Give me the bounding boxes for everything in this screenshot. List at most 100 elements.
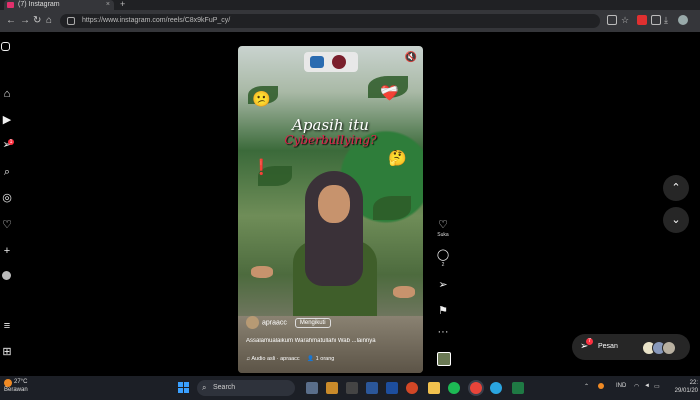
weather-temp: 27°C	[14, 379, 28, 385]
username[interactable]: apraacc	[262, 319, 287, 326]
save-icon[interactable]: ⚑	[434, 304, 452, 317]
next-reel-button[interactable]: ⌄	[663, 207, 689, 233]
widgets-icon[interactable]	[326, 382, 338, 394]
threads-icon[interactable]: ⊞	[1, 346, 13, 358]
more-options-icon[interactable]: ···	[434, 326, 452, 338]
confused-emoji: 😕	[252, 91, 271, 108]
contact-avatar	[662, 341, 676, 355]
reel-audio-info: ♫ Audio asli · apraacc 👤 1 orang	[246, 356, 416, 362]
logo-left-icon	[310, 56, 324, 68]
bookmark-star-icon[interactable]: ☆	[621, 15, 631, 25]
excel-icon[interactable]	[512, 382, 524, 394]
share-icon[interactable]: ➢	[434, 278, 452, 291]
instagram-icon[interactable]	[1, 42, 10, 51]
like-label: Suka	[437, 232, 449, 238]
weather-icon	[4, 379, 12, 387]
weather-widget[interactable]: 27°C Berawan	[4, 379, 28, 394]
chevron-down-icon: ⌄	[671, 214, 681, 226]
site-info-icon[interactable]	[67, 17, 75, 25]
file-explorer-icon[interactable]	[428, 382, 440, 394]
explore-icon[interactable]: ◎	[1, 192, 13, 204]
audio-thumbnail[interactable]	[437, 352, 451, 366]
download-icon[interactable]: ⤓	[664, 15, 674, 25]
new-tab-button[interactable]: +	[120, 0, 125, 9]
presenter-face	[318, 185, 350, 223]
bandaged-heart-emoji: ❤️‍🩹	[380, 85, 399, 102]
comment-icon[interactable]: ◯	[434, 248, 452, 261]
create-icon[interactable]: +	[1, 245, 13, 257]
previous-reel-button[interactable]: ⌃	[663, 175, 689, 201]
foliage	[373, 196, 411, 220]
reel-title-line1: Apasih itu	[292, 116, 369, 134]
like-icon[interactable]: ♡	[434, 218, 452, 231]
tab-close-icon[interactable]: ×	[106, 0, 110, 10]
search-icon[interactable]: ⌕	[1, 166, 13, 178]
institution-logos	[304, 52, 358, 72]
profile-avatar-icon[interactable]	[678, 15, 688, 25]
menu-icon[interactable]: ≡	[1, 320, 13, 332]
tagged-people[interactable]: 👤 1 orang	[307, 356, 334, 362]
user-avatar[interactable]	[246, 316, 259, 329]
instagram-sidebar: ⌂ ▶ ➢ 1 ⌕ ◎ ♡ + ≡ ⊞	[0, 32, 14, 372]
comment-count: 2	[441, 262, 445, 268]
thinking-emoji: 🤔	[388, 150, 407, 167]
chevron-up-icon: ⌃	[671, 182, 681, 194]
audio-link[interactable]: ♫ Audio asli · apraacc	[246, 356, 300, 362]
start-button[interactable]	[178, 382, 190, 394]
home-icon[interactable]: ⌂	[1, 88, 13, 100]
reload-button[interactable]: ↻	[33, 14, 41, 28]
extensions-puzzle-icon[interactable]	[651, 15, 661, 25]
extension-icon[interactable]	[637, 15, 647, 25]
language-indicator[interactable]: IND	[616, 383, 626, 389]
heart-icon[interactable]: ♡	[1, 219, 13, 231]
clock-time: 22:	[689, 380, 698, 386]
taskbar: 27°C Berawan ⌕ Search ⌃ IND ◠ ◄ ▭ 22: 29…	[0, 376, 700, 400]
presenter-hand-right	[393, 286, 415, 298]
browser-toolbar: ← → ↻ ⌂ https://www.instagram.com/reels/…	[0, 10, 700, 32]
messages-button[interactable]: ➢ 7 Pesan	[572, 334, 690, 360]
search-placeholder: Search	[213, 384, 236, 391]
tab-strip: (7) Instagram × +	[0, 0, 700, 10]
messages-icon[interactable]: ➢ 1	[1, 139, 14, 151]
home-button[interactable]: ⌂	[46, 14, 52, 28]
notification-badge: 1	[8, 139, 14, 145]
word-icon[interactable]	[366, 382, 378, 394]
clock-date: 29/01/20	[674, 388, 698, 394]
url-text: https://www.instagram.com/reels/C8x9kFuP…	[82, 17, 231, 24]
spotify-icon[interactable]	[448, 382, 460, 394]
tab-instagram[interactable]: (7) Instagram ×	[4, 0, 114, 10]
forward-button[interactable]: →	[20, 14, 30, 28]
tray-app-icon[interactable]	[598, 383, 604, 389]
messages-label: Pesan	[598, 343, 618, 350]
following-button[interactable]: Mengikuti	[294, 318, 331, 329]
reel-title-line2: Cyberbullying?	[284, 133, 377, 147]
tray-overflow-icon[interactable]: ⌃	[584, 383, 589, 390]
volume-icon[interactable]: ◄	[644, 383, 650, 389]
reel-video[interactable]: 🔇 😕 ❤️‍🩹 🤔 ❗ Apasih itu Cyberbullying? a…	[238, 46, 423, 373]
reel-caption[interactable]: Assalamualaikum Warahmatullahi Wab ...la…	[246, 338, 416, 344]
weather-desc: Berawan	[4, 387, 28, 393]
messages-badge: 7	[586, 338, 593, 345]
wifi-icon[interactable]: ◠	[634, 383, 639, 390]
reel-user-info: apraacc Mengikuti	[246, 316, 331, 329]
cast-icon[interactable]	[607, 15, 617, 25]
logo-right-icon	[332, 55, 346, 69]
powerpoint-icon[interactable]	[406, 382, 418, 394]
task-view-icon[interactable]	[306, 382, 318, 394]
battery-icon[interactable]: ▭	[654, 383, 660, 390]
system-clock[interactable]: 22: 29/01/20	[664, 379, 698, 395]
taskbar-search[interactable]: ⌕ Search	[197, 380, 295, 396]
back-button[interactable]: ←	[6, 14, 16, 28]
profile-icon[interactable]	[2, 271, 11, 280]
mute-icon[interactable]: 🔇	[405, 52, 417, 63]
telegram-icon[interactable]	[490, 382, 502, 394]
presenter	[251, 171, 415, 321]
instagram-favicon-icon	[7, 2, 14, 8]
reels-icon[interactable]: ▶	[1, 114, 13, 126]
camera-app-icon[interactable]	[346, 382, 358, 394]
tab-title: (7) Instagram	[18, 1, 60, 8]
chrome-icon[interactable]	[470, 382, 482, 394]
address-bar[interactable]: https://www.instagram.com/reels/C8x9kFuP…	[60, 14, 600, 28]
presenter-hand-left	[251, 266, 273, 278]
mail-app-icon[interactable]	[386, 382, 398, 394]
